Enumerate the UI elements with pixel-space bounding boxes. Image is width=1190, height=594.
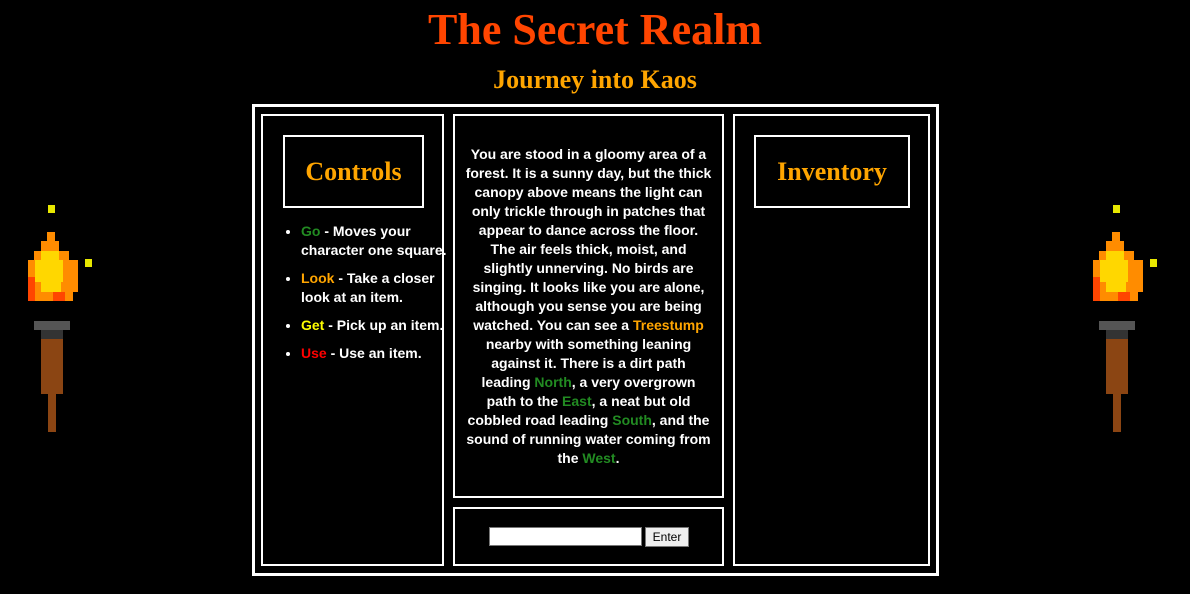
description-text: You are stood in a gloomy area of a fore… (465, 146, 712, 333)
controls-list: Go - Moves your character one square. Lo… (263, 222, 461, 372)
direction-east: East (562, 393, 592, 409)
command-panel: Enter (453, 507, 724, 566)
control-desc: - Use an item. (326, 345, 422, 361)
room-description: You are stood in a gloomy area of a fore… (465, 145, 712, 468)
controls-panel: Controls Go - Moves your character one s… (261, 114, 447, 566)
command-input[interactable] (489, 527, 642, 546)
control-item-look: Look - Take a closer look at an item. (301, 269, 461, 307)
direction-north: North (534, 374, 572, 390)
description-text: . (615, 450, 620, 466)
enter-button[interactable]: Enter (645, 527, 689, 547)
game-title: The Secret Realm (428, 5, 762, 54)
game-subtitle: Journey into Kaos (493, 65, 697, 94)
item-link-treestump: Treestump (632, 317, 704, 333)
inventory-panel: Inventory (733, 114, 930, 566)
controls-heading: Controls (283, 135, 424, 208)
description-panel: You are stood in a gloomy area of a fore… (453, 114, 724, 498)
direction-south: South (612, 412, 652, 428)
inventory-heading: Inventory (754, 135, 910, 208)
torch-icon (28, 205, 92, 432)
control-key: Look (301, 270, 335, 286)
control-item-use: Use - Use an item. (301, 344, 461, 363)
control-key: Get (301, 317, 325, 333)
control-item-get: Get - Pick up an item. (301, 316, 461, 335)
control-item-go: Go - Moves your character one square. (301, 222, 461, 260)
control-desc: - Moves your character one square. (301, 223, 447, 258)
control-key: Use (301, 345, 327, 361)
control-desc: - Pick up an item. (324, 317, 444, 333)
torch-icon (1093, 205, 1157, 432)
direction-west: West (582, 450, 616, 466)
control-key: Go (301, 223, 321, 239)
